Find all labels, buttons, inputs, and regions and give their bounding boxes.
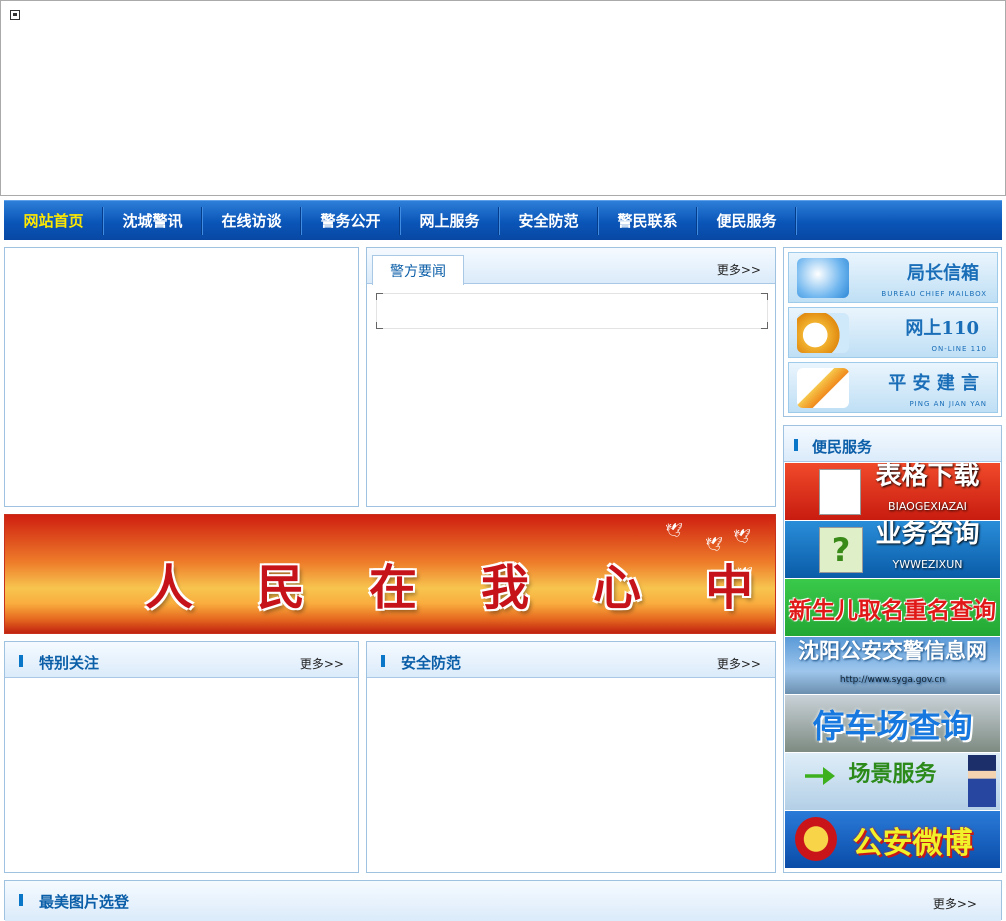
- service-title: 局长信箱: [907, 263, 979, 284]
- safety-title: 安全防范: [401, 654, 462, 672]
- nav-item-news[interactable]: 沈城警讯: [103, 201, 202, 239]
- nav-item-interview[interactable]: 在线访谈: [202, 201, 301, 239]
- banner-char: 心: [593, 560, 642, 616]
- dove-icon: 🕊: [733, 529, 751, 545]
- service-subtitle: PING AN JIAN YAN: [909, 400, 987, 408]
- photos-title: 最美图片选登: [39, 893, 130, 911]
- pen-icon: [797, 368, 849, 408]
- safety-advice-link[interactable]: 平 安 建 言 PING AN JIAN YAN: [788, 362, 998, 413]
- convenience-panel: 便民服务 表格下载 BIAOGEXIAZAI ? 业务咨询 YWWEZIXUN …: [783, 425, 1002, 873]
- scene-service-link[interactable]: 场景服务: [785, 753, 1000, 810]
- tab-police-news[interactable]: 警方要闻: [372, 255, 464, 285]
- service-links-panel: 局长信箱 BUREAU CHIEF MAILBOX 网上110 ON-LINE …: [783, 247, 1002, 417]
- link-title: 业务咨询 YWWEZIXUN: [875, 521, 979, 578]
- nav-item-online-service[interactable]: 网上服务: [400, 201, 499, 239]
- business-consult-link[interactable]: ? 业务咨询 YWWEZIXUN: [785, 521, 1000, 578]
- mail-icon: [797, 258, 849, 298]
- main-nav: 网站首页 沈城警讯 在线访谈 警务公开 网上服务 安全防范 警民联系 便民服务: [4, 200, 1002, 240]
- people-banner[interactable]: 🕊 🕊 🕊 🕊 人 民 在 我 心 中: [4, 514, 776, 634]
- special-focus-panel: 特别关注 更多>>: [4, 641, 359, 873]
- banner-char: 在: [369, 560, 418, 616]
- title-bar-icon: [19, 894, 23, 906]
- link-subtitle: BIAOGEXIAZAI: [888, 500, 967, 513]
- link-title-text: 表格下载: [875, 463, 980, 491]
- link-subtitle: YWWEZIXUN: [892, 558, 963, 571]
- banner-char: 民: [257, 560, 306, 616]
- online-110-link[interactable]: 网上110 ON-LINE 110: [788, 307, 998, 358]
- special-header: 特别关注 更多>>: [5, 642, 358, 678]
- chief-mailbox-link[interactable]: 局长信箱 BUREAU CHIEF MAILBOX: [788, 252, 998, 303]
- safety-more-link[interactable]: 更多>>: [717, 655, 761, 672]
- banner-slogan: 人 民 在 我 心 中: [145, 548, 753, 618]
- title-bar-icon: [794, 439, 798, 451]
- police-figure-icon: [968, 755, 996, 807]
- link-title-text: 新生儿取名重名查询: [789, 597, 996, 624]
- service-subtitle: BUREAU CHIEF MAILBOX: [881, 290, 987, 298]
- convenience-header: 便民服务: [784, 426, 1001, 462]
- nav-item-home[interactable]: 网站首页: [4, 201, 103, 239]
- photos-more-link[interactable]: 更多>>: [933, 895, 977, 912]
- parking-query-link[interactable]: 停车场查询: [785, 695, 1000, 752]
- service-title: 平 安 建 言: [888, 373, 979, 394]
- traffic-police-link[interactable]: 沈阳公安交警信息网 http://www.syga.gov.cn: [785, 637, 1000, 694]
- plugin-placeholder-icon: [10, 10, 20, 20]
- arrow-icon: [805, 767, 835, 785]
- link-title-text: 业务咨询: [875, 521, 980, 549]
- special-more-link[interactable]: 更多>>: [300, 655, 344, 672]
- dove-icon: 🕊: [665, 523, 683, 539]
- title-bar-icon: [19, 655, 23, 667]
- police-badge-icon: [795, 817, 837, 861]
- convenience-title: 便民服务: [812, 438, 873, 456]
- photos-panel: 最美图片选登 更多>>: [4, 880, 1002, 921]
- news-header: 警方要闻 更多>>: [367, 248, 775, 285]
- service-subtitle: ON-LINE 110: [931, 345, 987, 353]
- image-slider-panel: [4, 247, 359, 507]
- service-title: 网上110: [905, 318, 979, 339]
- police-weibo-link[interactable]: 公安微博: [785, 811, 1000, 868]
- top-flash-area: [0, 0, 1006, 196]
- special-title: 特别关注: [39, 654, 100, 672]
- banner-char: 我: [481, 560, 530, 616]
- link-title-text: 场景服务: [848, 761, 937, 787]
- form-download-link[interactable]: 表格下载 BIAOGEXIAZAI: [785, 463, 1000, 520]
- news-loading-box: [376, 293, 768, 329]
- banner-char: 人: [145, 560, 194, 616]
- news-more-link[interactable]: 更多>>: [717, 261, 761, 278]
- question-icon: ?: [819, 527, 863, 573]
- banner-char: 中: [705, 560, 754, 616]
- link-title: 沈阳公安交警信息网 http://www.syga.gov.cn: [798, 639, 987, 692]
- safety-panel: 安全防范 更多>>: [366, 641, 776, 873]
- nav-item-safety[interactable]: 安全防范: [499, 201, 598, 239]
- safety-header: 安全防范 更多>>: [367, 642, 775, 678]
- title-bar-icon: [381, 655, 385, 667]
- link-title-text: 停车场查询: [812, 706, 973, 745]
- document-icon: [819, 469, 861, 515]
- nav-item-convenience[interactable]: 便民服务: [697, 201, 796, 239]
- link-subtitle: http://www.syga.gov.cn: [839, 675, 946, 685]
- link-title: 表格下载 BIAOGEXIAZAI: [875, 463, 979, 520]
- link-title-text: 公安微博: [852, 825, 973, 861]
- nav-item-contact[interactable]: 警民联系: [598, 201, 697, 239]
- police-news-panel: 警方要闻 更多>>: [366, 247, 776, 507]
- nav-item-affairs[interactable]: 警务公开: [301, 201, 400, 239]
- photos-header: 最美图片选登 更多>>: [5, 881, 1001, 921]
- newborn-name-query-link[interactable]: 新生儿取名重名查询: [785, 579, 1000, 636]
- link-title-text: 沈阳公安交警信息网: [798, 639, 987, 663]
- ie-icon: [797, 313, 849, 353]
